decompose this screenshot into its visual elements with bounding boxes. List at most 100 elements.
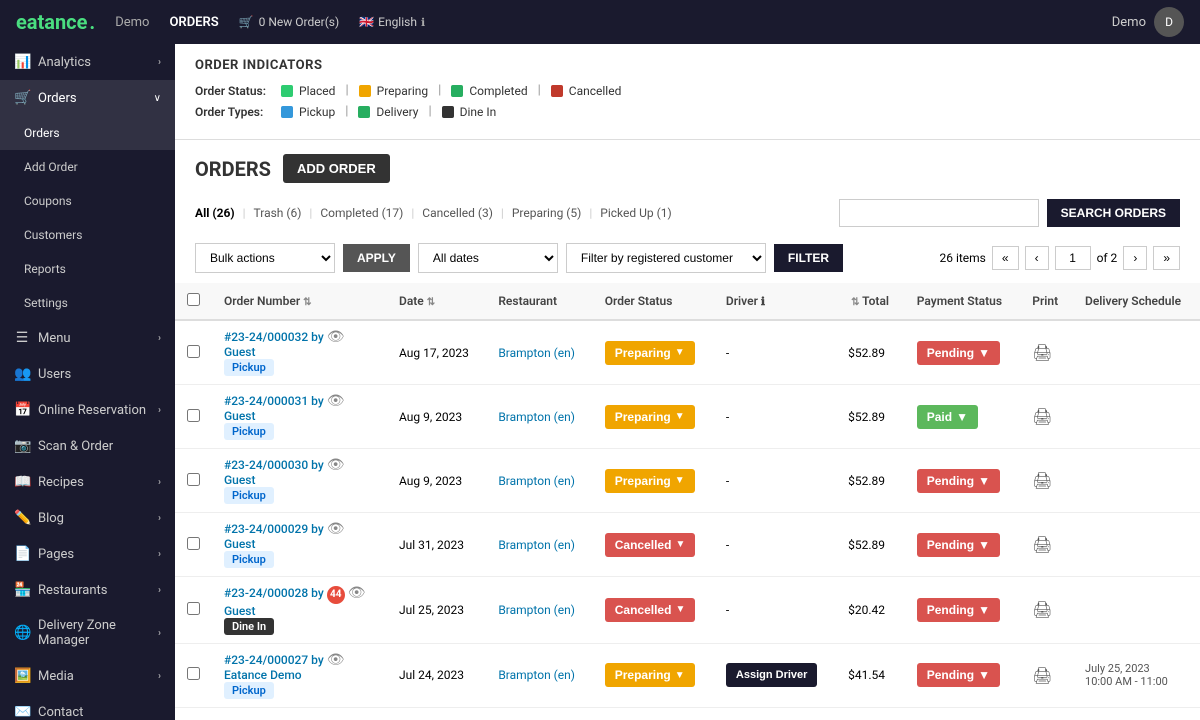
row-checkbox[interactable] [187, 667, 200, 680]
print-icon[interactable]: 🖨 [1032, 343, 1052, 362]
sidebar-item-online-reservation[interactable]: 📅 Online Reservation › [0, 392, 175, 428]
restaurant-link[interactable]: Brampton (en) [498, 538, 575, 552]
order-status-button[interactable]: Preparing ▼ [605, 405, 695, 429]
payment-status-button[interactable]: Paid ▼ [917, 405, 978, 429]
sidebar-item-blog[interactable]: ✏️ Blog › [0, 500, 175, 536]
customer-link[interactable]: Guest [224, 604, 255, 618]
cart-info[interactable]: 🛒 0 New Order(s) [239, 15, 339, 29]
print-icon[interactable]: 🖨 [1032, 407, 1052, 426]
order-link[interactable]: #23-24/000031 by [224, 394, 324, 408]
flag-icon: 🇬🇧 [359, 15, 374, 29]
print-icon[interactable]: 🖨 [1032, 535, 1052, 554]
sidebar-item-customers[interactable]: Customers [0, 218, 175, 252]
tab-picked-up[interactable]: Picked Up (1) [600, 206, 671, 220]
tab-trash[interactable]: Trash (6) [254, 206, 302, 220]
sidebar-item-settings-sub[interactable]: Settings [0, 286, 175, 320]
page-prev-button[interactable]: ‹ [1025, 246, 1049, 270]
filter-button[interactable]: FILTER [774, 244, 843, 272]
customer-link[interactable]: Guest [224, 409, 255, 423]
row-checkbox[interactable] [187, 345, 200, 358]
eye-icon[interactable]: 👁 [327, 521, 345, 537]
order-link[interactable]: #23-24/000032 by [224, 330, 324, 344]
payment-status-button[interactable]: Pending ▼ [917, 663, 1000, 687]
payment-status-button[interactable]: Pending ▼ [917, 469, 1000, 493]
order-link[interactable]: #23-24/000030 by [224, 458, 324, 472]
assign-driver-button[interactable]: Assign Driver [726, 663, 818, 687]
sidebar-item-add-order[interactable]: Add Order [0, 150, 175, 184]
print-icon[interactable]: 🖨 [1032, 666, 1052, 685]
eye-icon[interactable]: 👁 [327, 457, 345, 473]
sidebar-item-pages[interactable]: 📄 Pages › [0, 536, 175, 572]
order-status-button[interactable]: Preparing ▼ [605, 469, 695, 493]
payment-status-button[interactable]: Pending ▼ [917, 341, 1000, 365]
logo[interactable]: eatance. [16, 10, 95, 34]
row-checkbox[interactable] [187, 537, 200, 550]
customer-filter-select[interactable]: Filter by registered customer [566, 243, 766, 273]
sidebar-item-users[interactable]: 👥 Users [0, 356, 175, 392]
customer-link[interactable]: Guest [224, 345, 255, 359]
sidebar-item-restaurants[interactable]: 🏪 Restaurants › [0, 572, 175, 608]
order-link[interactable]: #23-24/000027 by [224, 653, 324, 667]
page-number-input[interactable] [1055, 246, 1091, 270]
sep3: | [538, 83, 541, 98]
customer-link[interactable]: Guest [224, 473, 255, 487]
status-dropdown-arrow: ▼ [675, 475, 685, 486]
search-input[interactable] [839, 199, 1039, 227]
th-driver: Driver ℹ [714, 283, 836, 320]
apply-button[interactable]: APPLY [343, 244, 410, 272]
tab-preparing[interactable]: Preparing (5) [512, 206, 582, 220]
order-status-button[interactable]: Preparing ▼ [605, 663, 695, 687]
tab-all[interactable]: All (26) [195, 206, 235, 220]
sidebar-item-analytics[interactable]: 📊 Analytics › [0, 44, 175, 80]
row-checkbox[interactable] [187, 473, 200, 486]
row-checkbox[interactable] [187, 409, 200, 422]
customer-link[interactable]: Guest [224, 537, 255, 551]
restaurant-link[interactable]: Brampton (en) [498, 603, 575, 617]
status-dropdown-arrow: ▼ [675, 539, 685, 550]
order-link[interactable]: #23-24/000029 by [224, 522, 324, 536]
eye-icon[interactable]: 👁 [327, 652, 345, 668]
print-icon[interactable]: 🖨 [1032, 600, 1052, 619]
order-type-badge: Pickup [224, 682, 274, 699]
page-next-button[interactable]: › [1123, 246, 1147, 270]
tab-completed[interactable]: Completed (17) [320, 206, 403, 220]
sidebar-item-orders-sub[interactable]: Orders [0, 116, 175, 150]
sidebar-item-contact[interactable]: ✉️ Contact [0, 694, 175, 720]
payment-status-button[interactable]: Pending ▼ [917, 598, 1000, 622]
nav-demo[interactable]: Demo [115, 15, 149, 30]
restaurant-link[interactable]: Brampton (en) [498, 346, 575, 360]
page-last-button[interactable]: » [1153, 246, 1180, 270]
restaurant-link[interactable]: Brampton (en) [498, 474, 575, 488]
add-order-button[interactable]: ADD ORDER [283, 154, 390, 183]
nav-orders[interactable]: ORDERS [169, 15, 218, 30]
eye-icon[interactable]: 👁 [327, 329, 345, 345]
sidebar-item-coupons[interactable]: Coupons [0, 184, 175, 218]
eye-icon[interactable]: 👁 [348, 585, 366, 601]
bulk-actions-select[interactable]: Bulk actions [195, 243, 335, 273]
date-filter-select[interactable]: All dates [418, 243, 558, 273]
sidebar-item-recipes[interactable]: 📖 Recipes › [0, 464, 175, 500]
payment-status-button[interactable]: Pending ▼ [917, 533, 1000, 557]
sidebar-item-media[interactable]: 🖼️ Media › [0, 658, 175, 694]
order-status-button[interactable]: Cancelled ▼ [605, 533, 696, 557]
eye-icon[interactable]: 👁 [327, 393, 345, 409]
avatar[interactable]: D [1154, 7, 1184, 37]
customer-link[interactable]: Eatance Demo [224, 668, 302, 682]
tab-cancelled[interactable]: Cancelled (3) [422, 206, 493, 220]
select-all-checkbox[interactable] [187, 293, 200, 306]
restaurant-link[interactable]: Brampton (en) [498, 668, 575, 682]
sidebar-item-delivery-zone[interactable]: 🌐 Delivery Zone Manager › [0, 608, 175, 658]
order-link[interactable]: #23-24/000028 by [224, 586, 324, 600]
print-icon[interactable]: 🖨 [1032, 471, 1052, 490]
sidebar-item-menu[interactable]: ☰ Menu › [0, 320, 175, 356]
row-checkbox[interactable] [187, 602, 200, 615]
restaurant-link[interactable]: Brampton (en) [498, 410, 575, 424]
sidebar-item-scan-order[interactable]: 📷 Scan & Order [0, 428, 175, 464]
order-status-button[interactable]: Cancelled ▼ [605, 598, 696, 622]
order-status-button[interactable]: Preparing ▼ [605, 341, 695, 365]
sidebar-item-orders[interactable]: 🛒 Orders ∨ [0, 80, 175, 116]
search-orders-button[interactable]: SEARCH ORDERS [1047, 199, 1180, 227]
page-first-button[interactable]: « [992, 246, 1019, 270]
sidebar-item-reports[interactable]: Reports [0, 252, 175, 286]
language-selector[interactable]: 🇬🇧 English ℹ [359, 15, 425, 29]
